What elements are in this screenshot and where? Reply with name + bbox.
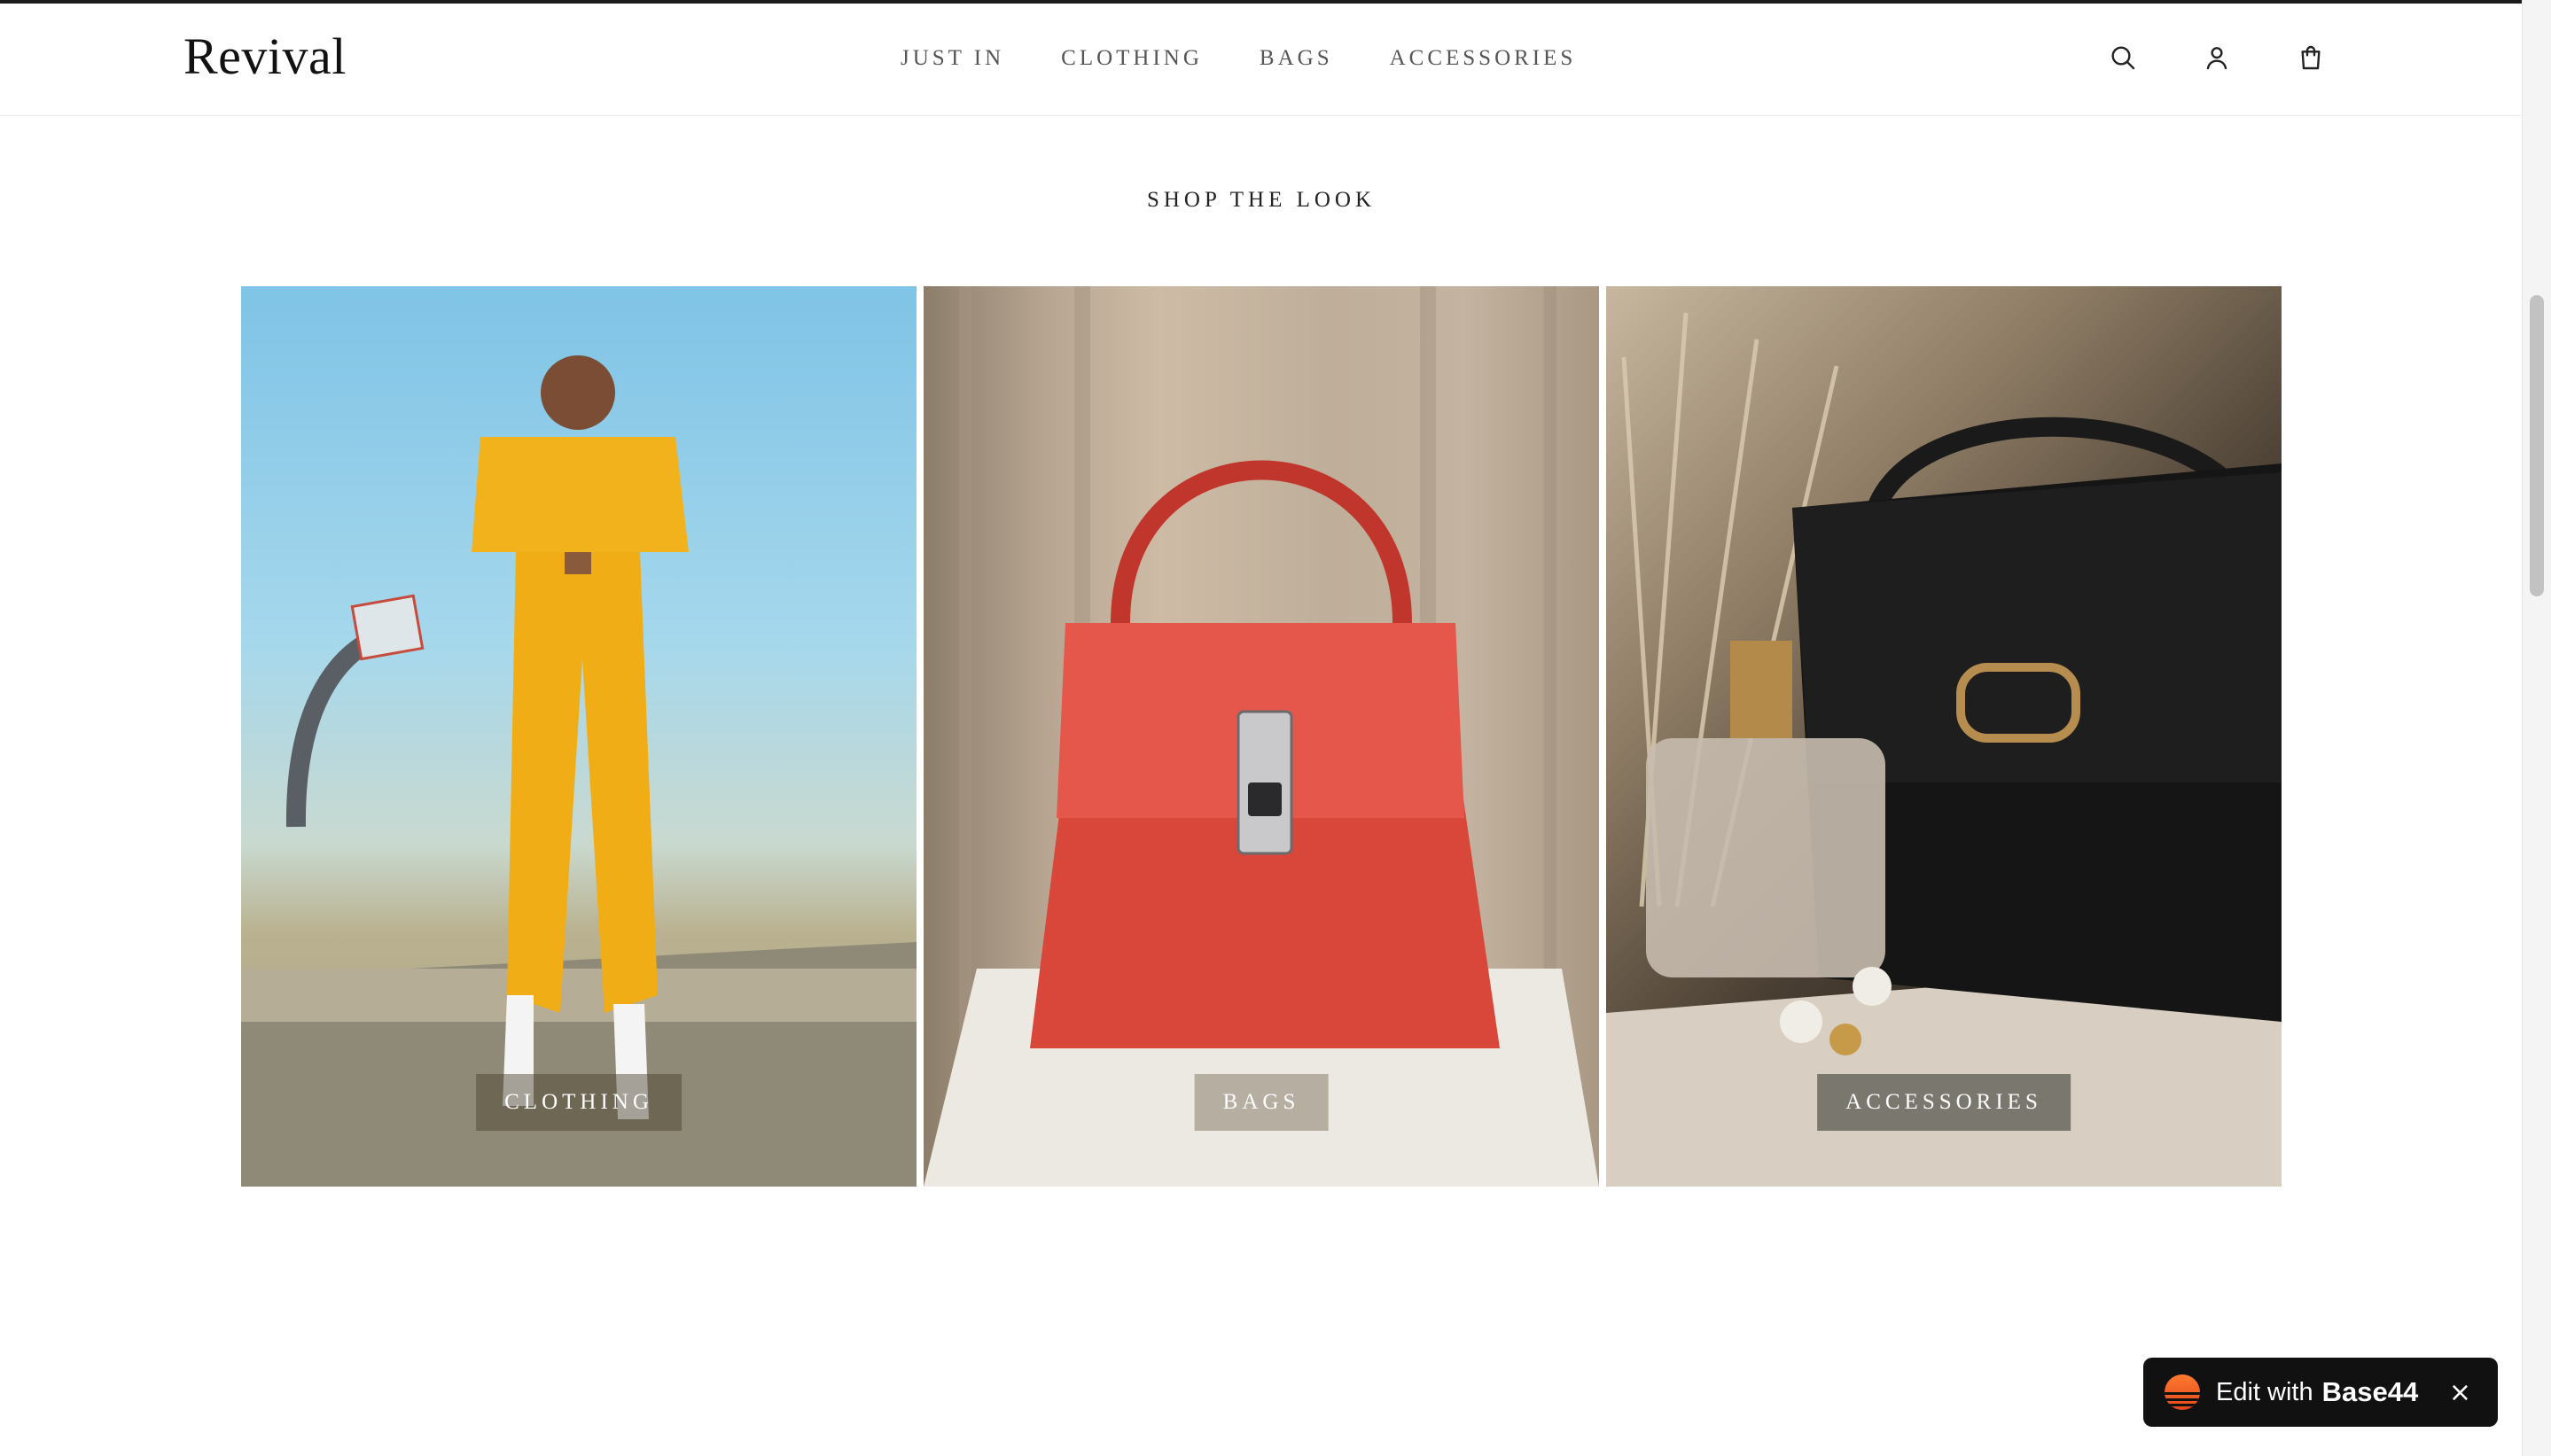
nav-just-in[interactable]: JUST IN [901, 46, 1004, 71]
badge-edit-text: Edit with [2216, 1377, 2313, 1406]
cart-icon[interactable] [2296, 43, 2326, 73]
tile-accessories[interactable]: ACCESSORIES [1606, 286, 2282, 1187]
category-tiles: CLOTHING BAGS ACCESSORIES [241, 286, 2282, 1187]
tile-label-bags[interactable]: BAGS [1194, 1074, 1329, 1131]
site-logo[interactable]: Revival [183, 27, 347, 86]
nav-bags[interactable]: BAGS [1260, 46, 1333, 71]
base44-logo-icon [2165, 1374, 2200, 1410]
bags-image [924, 286, 1599, 1187]
accessories-image [1606, 312, 2282, 1187]
main-nav: JUST IN CLOTHING BAGS ACCESSORIES [901, 46, 1576, 71]
tile-label-clothing[interactable]: CLOTHING [476, 1074, 682, 1131]
account-icon[interactable] [2202, 43, 2232, 73]
section-title: SHOP THE LOOK [1146, 188, 1377, 212]
page: Revival JUST IN CLOTHING BAGS ACCESSORIE… [0, 0, 2551, 1456]
nav-clothing[interactable]: CLOTHING [1061, 46, 1203, 71]
tile-clothing[interactable]: CLOTHING [241, 286, 917, 1187]
scrollbar-thumb[interactable] [2530, 295, 2544, 596]
tile-bags[interactable]: BAGS [924, 286, 1599, 1187]
site-header: Revival JUST IN CLOTHING BAGS ACCESSORIE… [0, 4, 2523, 116]
clothing-image [241, 355, 917, 1187]
search-icon[interactable] [2108, 43, 2138, 73]
close-icon[interactable]: × [2449, 1377, 2471, 1408]
nav-accessories[interactable]: ACCESSORIES [1390, 46, 1577, 71]
edit-with-base44-badge[interactable]: Edit with Base44 × [2143, 1358, 2498, 1427]
page-scrollbar[interactable] [2522, 0, 2551, 1456]
badge-brand-text: Base44 [2321, 1376, 2419, 1407]
tile-label-accessories[interactable]: ACCESSORIES [1817, 1074, 2071, 1131]
header-actions [2108, 43, 2326, 73]
